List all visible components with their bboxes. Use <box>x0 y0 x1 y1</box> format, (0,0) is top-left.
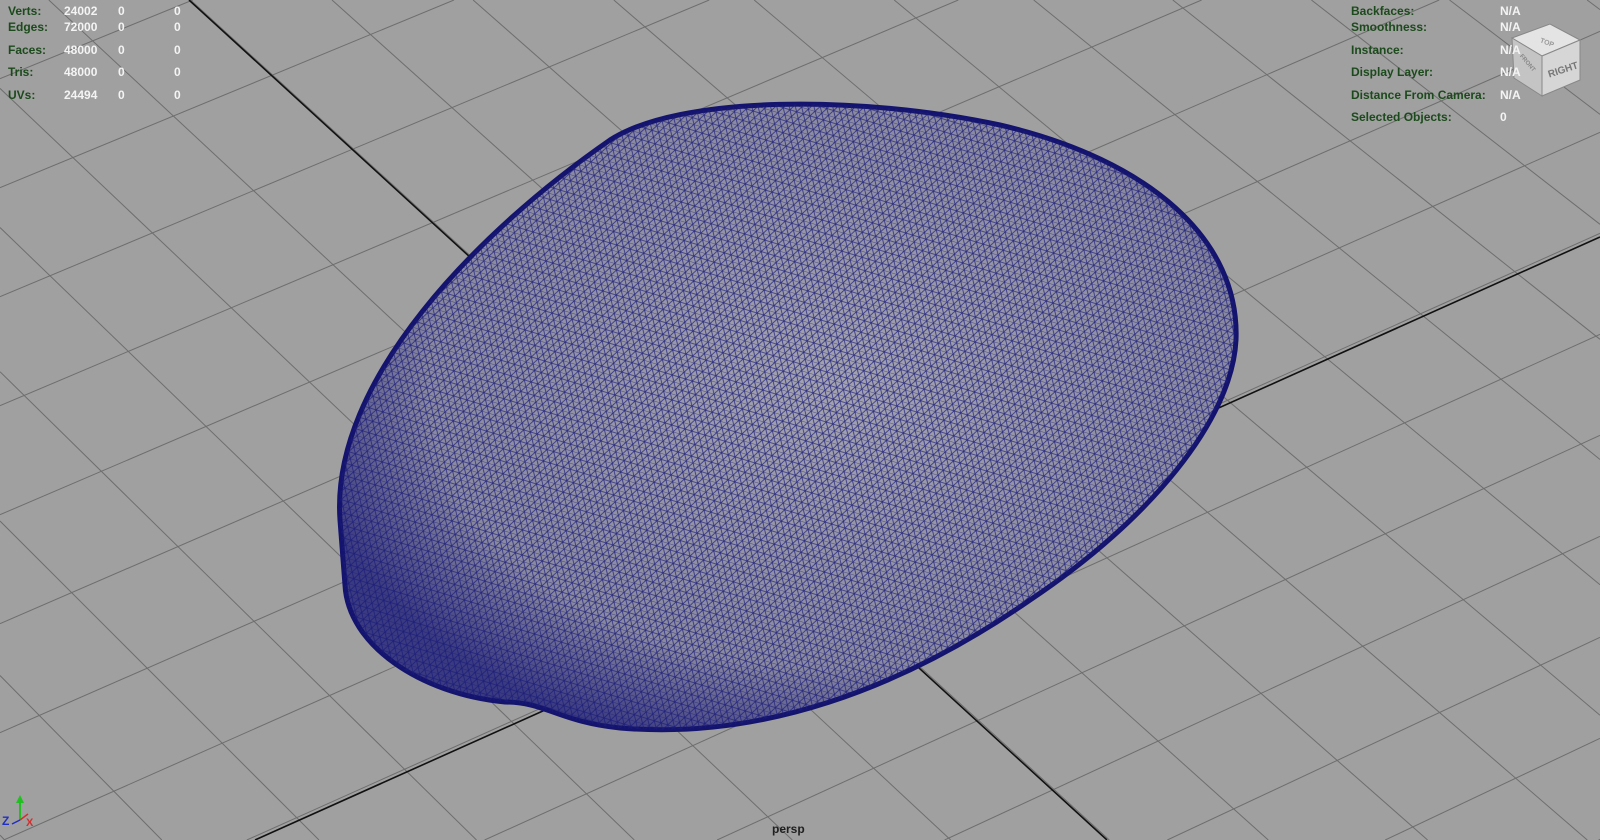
object-detail-label: Display Layer: <box>1351 65 1434 80</box>
poly-count-value: 0 <box>118 20 125 35</box>
object-detail-value: N/A <box>1500 42 1521 57</box>
poly-count-value: 24494 <box>64 87 98 102</box>
poly-count-value: 0 <box>174 87 181 102</box>
axis-z-label: Z <box>2 814 9 828</box>
poly-count-value: 0 <box>174 20 181 35</box>
object-detail-label: Distance From Camera: <box>1351 87 1486 102</box>
grid-line <box>1586 0 1600 11</box>
poly-count-value: 0 <box>118 65 125 80</box>
object-detail-label: Selected Objects: <box>1351 110 1452 124</box>
poly-count-value: 0 <box>174 65 181 80</box>
poly-count-value: 48000 <box>64 42 98 57</box>
poly-count-value: 72000 <box>64 20 98 35</box>
grid-line <box>0 675 163 840</box>
camera-name-label: persp <box>772 822 805 836</box>
object-detail-label: Smoothness: <box>1351 20 1428 35</box>
axis-x-label: X <box>26 817 34 829</box>
wireframe-mesh[interactable] <box>337 101 1239 733</box>
poly-count-label: UVs: <box>8 87 36 102</box>
poly-count-label: Faces: <box>8 42 47 57</box>
poly-count-value: 0 <box>118 42 125 57</box>
grid-line <box>0 834 6 840</box>
object-detail-value: N/A <box>1500 20 1521 35</box>
view-cube[interactable]: RIGHT TOP FRONT <box>1510 23 1582 97</box>
object-detail-value: N/A <box>1500 65 1521 80</box>
object-detail-label: Instance: <box>1351 42 1404 57</box>
grid-line <box>0 520 320 840</box>
poly-count-label: Tris: <box>8 65 34 80</box>
object-detail-value: 0 <box>1500 110 1507 124</box>
poly-count-value: 0 <box>174 42 181 57</box>
poly-count-label: Edges: <box>8 20 49 35</box>
axis-gizmo: X Z <box>2 795 34 829</box>
object-detail-value: N/A <box>1500 87 1521 102</box>
grid-line <box>1384 737 1600 840</box>
poly-count-value: 0 <box>118 87 125 102</box>
poly-count-value: 48000 <box>64 65 98 80</box>
